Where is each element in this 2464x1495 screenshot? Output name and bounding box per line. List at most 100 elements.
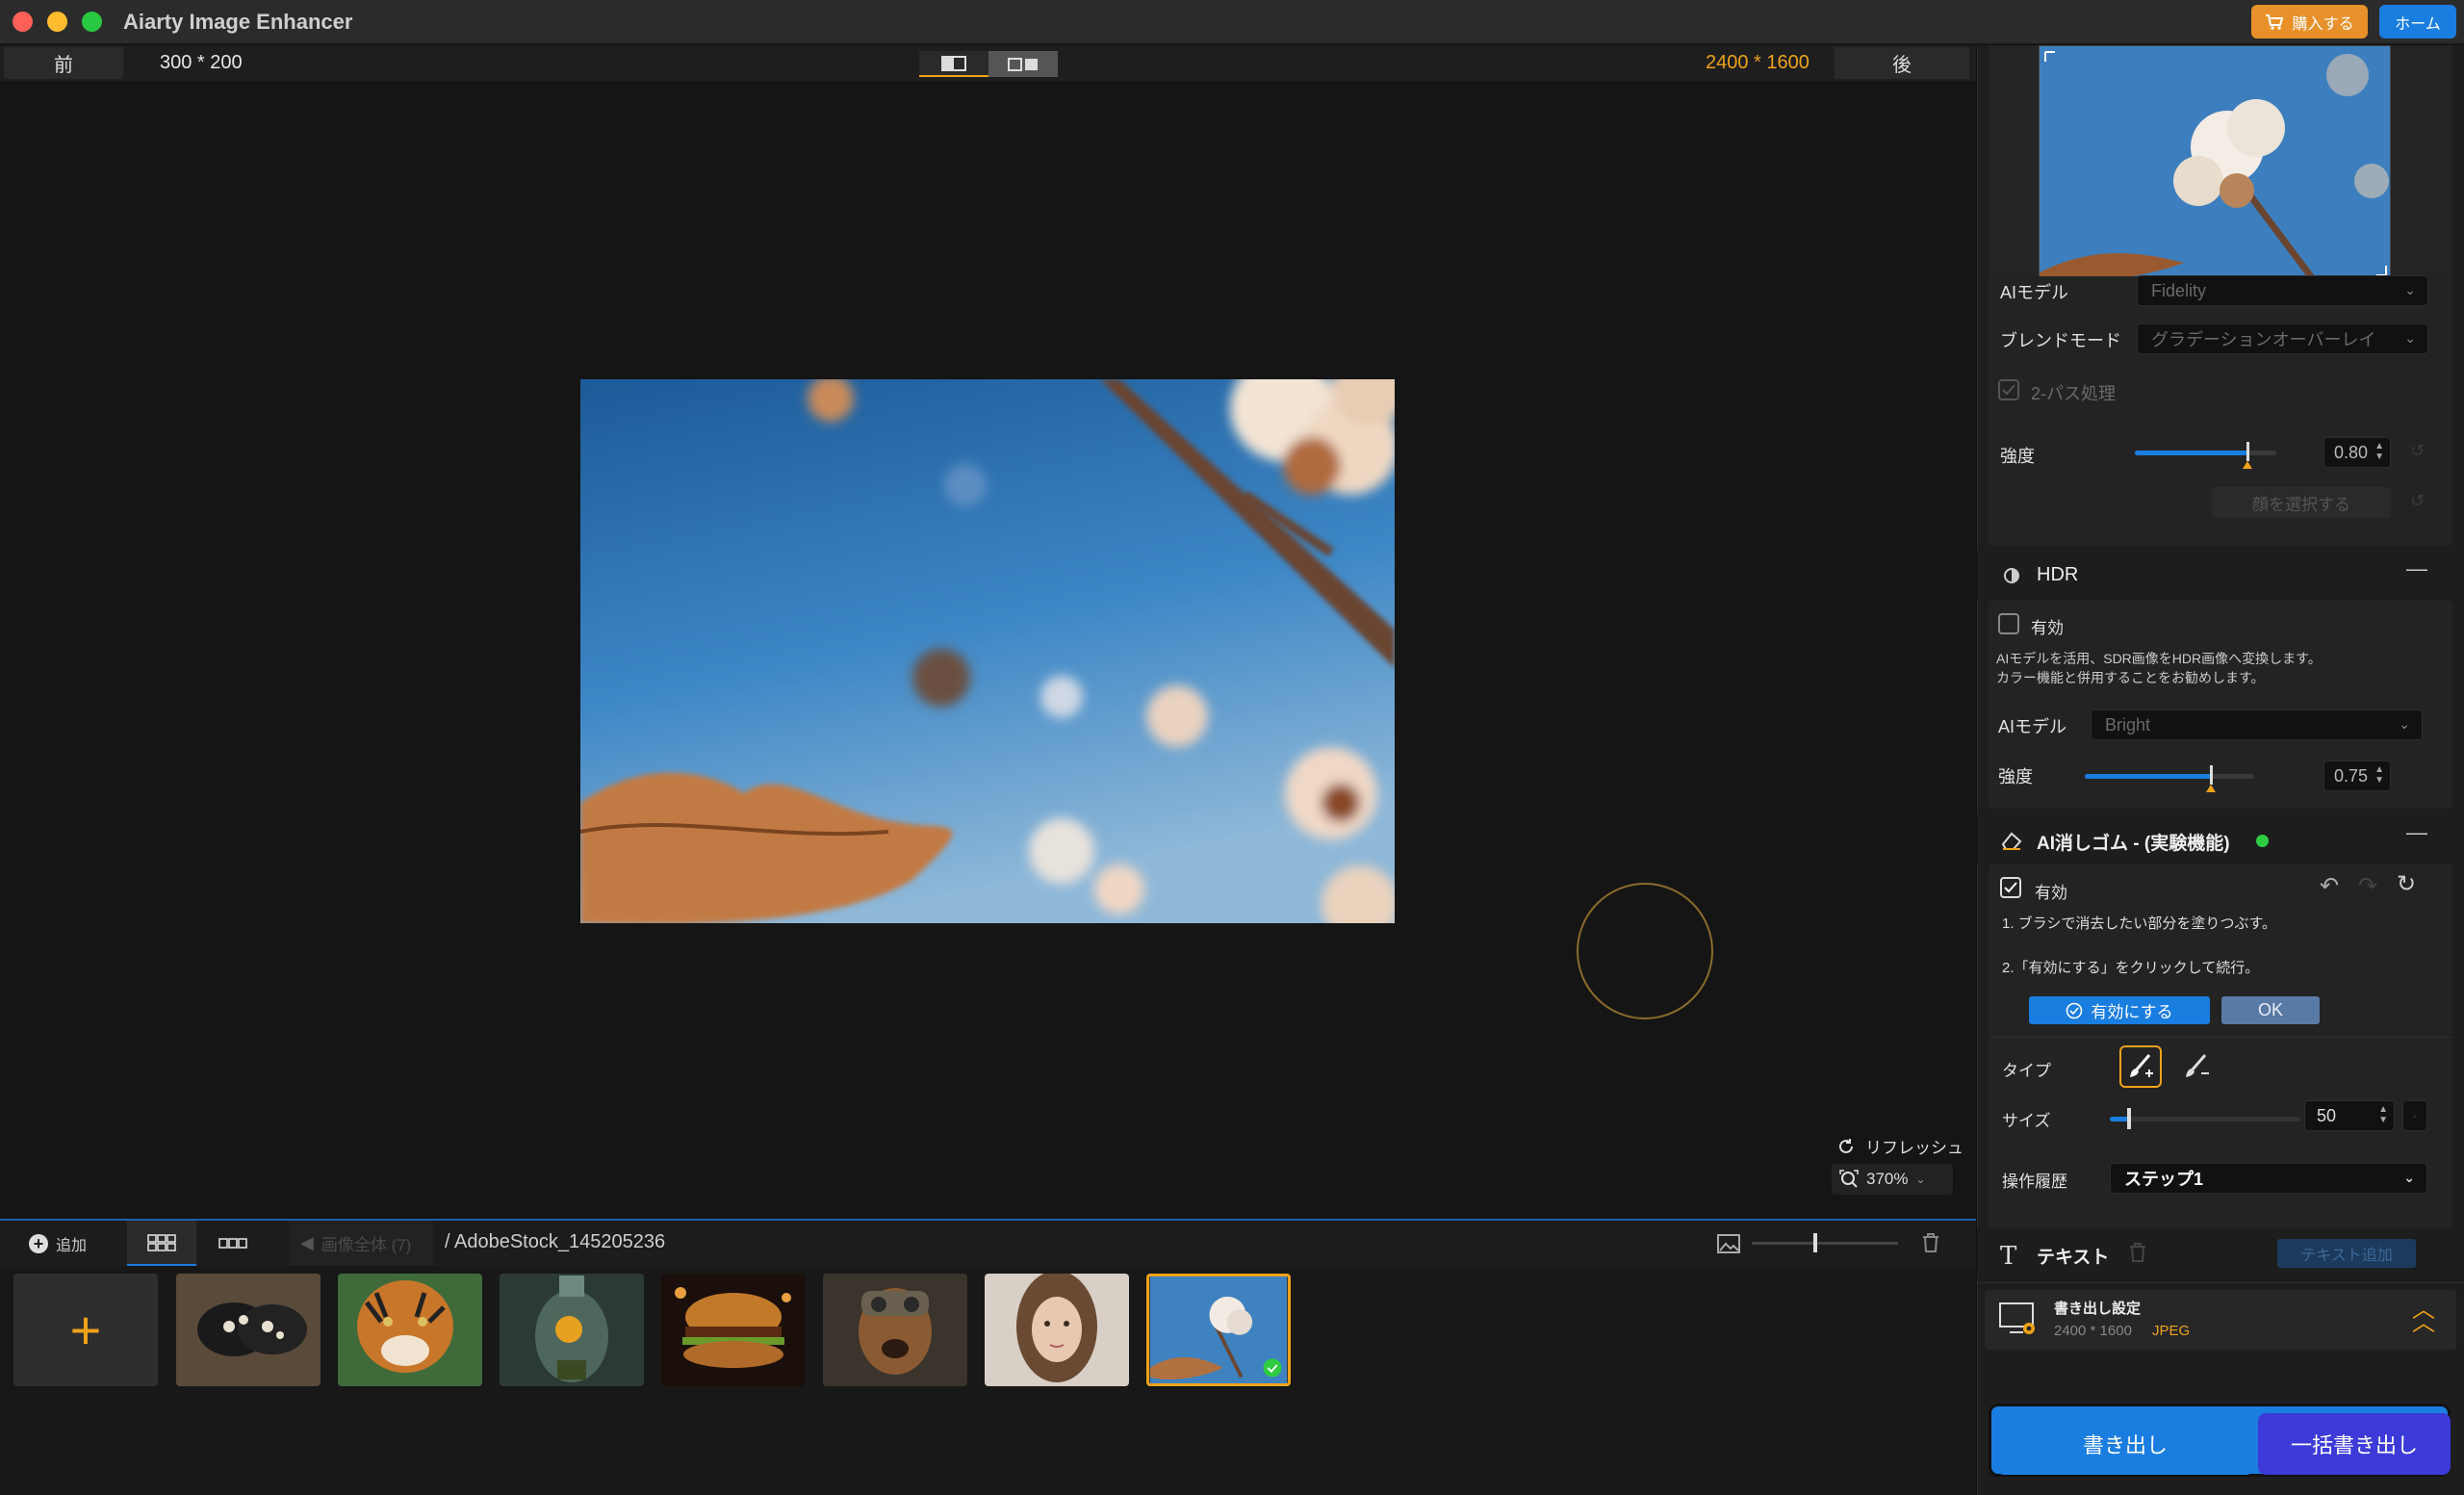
split-view-icon <box>1008 57 1038 71</box>
slider-handle[interactable] <box>1813 1233 1817 1252</box>
eraser-title: AI消しゴム - (実験機能) <box>2037 834 2230 854</box>
hdr-strength-value: 0.75 <box>2334 765 2369 786</box>
maximize-window-button[interactable] <box>82 12 102 32</box>
chevron-down-icon: ⌄ <box>2403 1170 2415 1185</box>
trash-icon[interactable] <box>1921 1232 1940 1258</box>
size-step-button[interactable]: · <box>2402 1100 2427 1131</box>
back-to-all-button[interactable]: ◀ 画像全体 (7) <box>289 1221 433 1266</box>
thumbnail-cotton-selected[interactable] <box>1146 1274 1291 1386</box>
strength-value: 0.80 <box>2334 442 2369 462</box>
ok-button[interactable]: OK <box>2221 996 2320 1024</box>
add-text-label: テキスト追加 <box>2300 1248 2393 1264</box>
refresh-button[interactable]: リフレッシュ <box>1836 1134 1964 1158</box>
text-title: テキスト <box>2037 1248 2110 1268</box>
history-dropdown[interactable]: ステップ1 ⌄ <box>2110 1163 2427 1194</box>
eraser-enable-label: 有効 <box>2035 884 2067 902</box>
title-bar: Aiarty Image Enhancer 購入する ホーム <box>0 0 2464 44</box>
zoom-select[interactable]: 370% ⌄ <box>1832 1164 1953 1195</box>
add-image-button[interactable]: + 追加 <box>29 1232 87 1255</box>
blend-mode-label: ブレンドモード <box>2000 331 2121 350</box>
reset-face-icon[interactable]: ↺ <box>2410 491 2425 511</box>
apply-eraser-button[interactable]: 有効にする <box>2029 996 2210 1024</box>
close-window-button[interactable] <box>13 12 33 32</box>
navigator-thumbnail[interactable] <box>2039 45 2391 280</box>
check-circle-icon <box>2066 1002 2083 1018</box>
ai-model-dropdown[interactable]: Fidelity ⌄ <box>2137 275 2428 306</box>
filmstrip-toolbar: + 追加 ◀ 画像全体 (7) / AdobeStock_145205236 <box>0 1219 1976 1266</box>
single-view-button[interactable] <box>919 51 988 77</box>
strength-slider[interactable] <box>2135 442 2276 469</box>
eraser-section-header[interactable]: AI消しゴム - (実験機能) — <box>1977 814 2464 864</box>
redo-icon[interactable]: ↷ <box>2358 872 2377 900</box>
ai-model-label: AIモデル <box>2000 283 2069 302</box>
hdr-section-header[interactable]: HDR — <box>1977 551 2464 601</box>
status-dot <box>2256 835 2269 847</box>
export-settings-row[interactable]: 書き出し設定 2400 * 1600 JPEG ︿ ︿ <box>1985 1290 2456 1350</box>
preview-image[interactable] <box>580 379 1395 923</box>
export-size: 2400 * 1600 <box>2054 1323 2132 1339</box>
brush-add-button[interactable] <box>2119 1045 2162 1088</box>
thumbnail-bottle-garden[interactable] <box>500 1274 644 1386</box>
batch-export-button[interactable]: 一括書き出し <box>2258 1413 2451 1475</box>
chevron-down-icon: ⌄ <box>2399 716 2410 732</box>
home-button[interactable]: ホーム <box>2379 5 2456 39</box>
hdr-strength-slider[interactable] <box>2085 765 2254 792</box>
eraser-enable-checkbox[interactable] <box>2000 877 2021 898</box>
app-title: Aiarty Image Enhancer <box>123 10 353 34</box>
size-label: サイズ <box>2002 1112 2051 1130</box>
text-section-header[interactable]: T テキスト テキスト追加 <box>1977 1228 2464 1278</box>
export-button[interactable]: 書き出し <box>1996 1413 2254 1475</box>
view-mode-toggle <box>919 51 1058 77</box>
eraser-icon <box>2000 830 2023 856</box>
select-face-label: 顔を選択する <box>2252 495 2350 514</box>
add-label: 追加 <box>56 1238 88 1254</box>
brush-size-slider[interactable] <box>2110 1108 2300 1129</box>
undo-icon[interactable]: ↶ <box>2320 872 2339 900</box>
thumbnail-tiger[interactable] <box>338 1274 482 1386</box>
strength-input[interactable]: 0.80 ▲ ▼ <box>2323 437 2391 468</box>
collapse-hdr-icon[interactable]: — <box>2406 556 2427 581</box>
after-label: 後 <box>1892 55 1912 76</box>
thumbnail-size-slider[interactable] <box>1752 1233 1898 1252</box>
cart-icon <box>2266 13 2284 30</box>
grid-view-button[interactable] <box>127 1221 196 1266</box>
chevron-down-icon: ⌄ <box>2404 282 2416 297</box>
hdr-strength-label: 強度 <box>1998 767 2033 786</box>
collapse-eraser-icon[interactable]: — <box>2406 820 2427 845</box>
split-view-button[interactable] <box>988 51 1058 77</box>
hdr-slider-handle[interactable] <box>2206 765 2216 792</box>
blend-mode-value: グラデーションオーバーレイ <box>2151 330 2376 349</box>
grid-icon <box>147 1233 176 1251</box>
hdr-strength-input[interactable]: 0.75 ▲ ▼ <box>2323 760 2391 791</box>
reset-strength-icon[interactable]: ↺ <box>2410 441 2425 461</box>
brush-size-input[interactable]: 50 ▲ ▼ <box>2304 1100 2395 1131</box>
two-pass-checkbox[interactable] <box>1998 379 2019 400</box>
expand-up-icon[interactable]: ︿ ︿ <box>2412 1299 2435 1335</box>
hdr-enable-checkbox[interactable] <box>1998 613 2019 634</box>
text-trash-icon[interactable] <box>2129 1242 2146 1268</box>
reset-icon[interactable]: ↻ <box>2397 870 2416 898</box>
batch-export-label: 一括書き出し <box>2290 1433 2418 1457</box>
brush-erase-button[interactable] <box>2177 1047 2216 1086</box>
thumbnail-dog-helmet[interactable] <box>823 1274 967 1386</box>
select-face-button[interactable]: 顔を選択する <box>2212 487 2391 518</box>
image-size-icon <box>1717 1234 1740 1258</box>
ai-model-value: Fidelity <box>2151 280 2207 300</box>
chevron-down-icon: ⌄ <box>2404 330 2416 346</box>
strip-view-button[interactable] <box>198 1221 268 1266</box>
thumbnail-burger[interactable] <box>661 1274 806 1386</box>
thumbnail-portrait[interactable] <box>985 1274 1129 1386</box>
add-text-button[interactable]: テキスト追加 <box>2277 1239 2416 1268</box>
buy-button[interactable]: 購入する <box>2251 5 2368 39</box>
size-slider-handle[interactable] <box>2126 1108 2131 1129</box>
minimize-window-button[interactable] <box>47 12 67 32</box>
strength-slider-handle[interactable] <box>2242 442 2252 469</box>
hdr-model-dropdown[interactable]: Bright ⌄ <box>2091 709 2423 740</box>
before-tab[interactable]: 前 <box>4 47 123 79</box>
thumbnail-butterfly[interactable] <box>176 1274 321 1386</box>
after-tab[interactable]: 後 <box>1835 47 1969 79</box>
all-images-label: 画像全体 (7) <box>321 1236 412 1254</box>
blend-mode-dropdown[interactable]: グラデーションオーバーレイ ⌄ <box>2137 323 2428 354</box>
add-image-tile[interactable]: + <box>13 1274 158 1386</box>
refresh-label: リフレッシュ <box>1865 1139 1964 1157</box>
